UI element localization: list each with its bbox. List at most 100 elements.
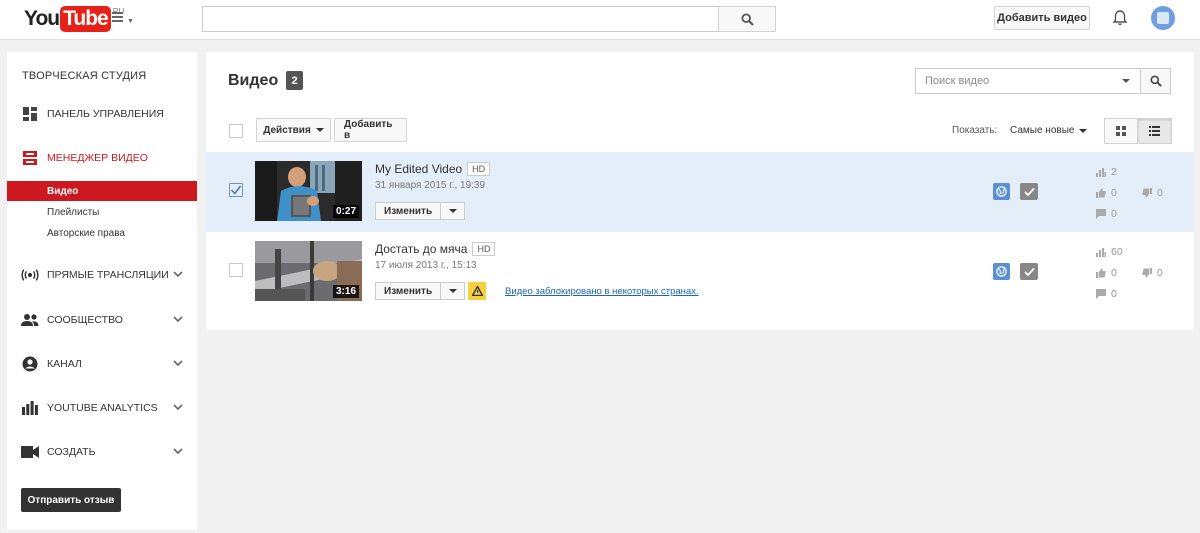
public-globe-icon[interactable] bbox=[993, 263, 1010, 280]
chevron-down-icon[interactable] bbox=[173, 269, 183, 279]
chevron-down-icon bbox=[448, 289, 457, 293]
edit-button-group: Изменить bbox=[375, 202, 466, 220]
sidebar-item-video-manager[interactable]: МЕНЕДЖЕР ВИДЕО bbox=[7, 146, 197, 170]
video-checkbox[interactable] bbox=[229, 263, 243, 277]
sidebar-item-live[interactable]: ПРЯМЫЕ ТРАНСЛЯЦИИ bbox=[7, 263, 197, 287]
checkmark-icon bbox=[230, 185, 242, 195]
studio-title[interactable]: ТВОРЧЕСКАЯ СТУДИЯ bbox=[22, 70, 146, 82]
send-feedback-button[interactable]: Отправить отзыв bbox=[21, 488, 121, 512]
video-checkbox[interactable] bbox=[229, 183, 243, 197]
sidebar-item-label: СОЗДАТЬ bbox=[47, 446, 96, 458]
edit-dropdown-button[interactable] bbox=[441, 282, 466, 300]
avatar[interactable] bbox=[1151, 6, 1175, 30]
page-title: Видео bbox=[228, 72, 279, 89]
video-search-button[interactable] bbox=[1141, 68, 1171, 94]
chevron-down-icon bbox=[1079, 128, 1088, 133]
sidebar-subitem-playlists[interactable]: Плейлисты bbox=[7, 202, 197, 222]
live-icon bbox=[21, 266, 39, 284]
video-count-badge: 2 bbox=[286, 71, 303, 90]
notifications-bell-icon[interactable] bbox=[1111, 9, 1129, 27]
public-globe-icon[interactable] bbox=[993, 183, 1010, 200]
video-row[interactable]: 3:16 Достать до мяча HD 17 июля 2013 г., … bbox=[206, 232, 1194, 312]
video-duration: 3:16 bbox=[332, 285, 359, 298]
video-row[interactable]: 0:27 My Edited Video HD 31 января 2015 г.… bbox=[206, 152, 1194, 232]
chevron-down-icon[interactable] bbox=[173, 402, 183, 412]
select-all-checkbox[interactable] bbox=[229, 124, 243, 138]
video-title[interactable]: My Edited Video HD bbox=[375, 162, 491, 176]
grid-view-button[interactable] bbox=[1104, 118, 1138, 144]
logo-tube-text: Tube bbox=[60, 6, 111, 32]
hamburger-icon-bar bbox=[112, 16, 123, 18]
likes-stat: 0 bbox=[1096, 187, 1117, 199]
comments-stat: 0 bbox=[1096, 208, 1117, 220]
video-date: 31 января 2015 г., 19:39 bbox=[375, 180, 486, 191]
dislikes-stat: 0 bbox=[1142, 267, 1163, 279]
youtube-logo[interactable]: You Tube RU bbox=[24, 5, 124, 33]
edit-dropdown-button[interactable] bbox=[441, 202, 466, 220]
sidebar-item-label: СООБЩЕСТВО bbox=[47, 314, 123, 326]
upload-button[interactable]: Добавить видео bbox=[994, 6, 1090, 30]
video-title-text[interactable]: My Edited Video bbox=[375, 162, 462, 176]
sidebar-item-dashboard[interactable]: ПАНЕЛЬ УПРАВЛЕНИЯ bbox=[7, 102, 197, 126]
actions-label: Действия bbox=[263, 124, 311, 136]
chevron-down-icon bbox=[315, 128, 324, 132]
sidebar-subitem-videos[interactable]: Видео bbox=[7, 181, 197, 201]
sidebar-subitem-copyright[interactable]: Авторские права bbox=[7, 223, 197, 243]
video-date: 17 июля 2013 г., 15:13 bbox=[375, 260, 477, 271]
sidebar-item-label: МЕНЕДЖЕР ВИДЕО bbox=[47, 152, 148, 164]
video-thumbnail[interactable]: 0:27 bbox=[255, 161, 362, 221]
video-title[interactable]: Достать до мяча HD bbox=[375, 242, 496, 256]
video-manager-panel: Видео 2 Поиск видео Действия Добавить в … bbox=[206, 52, 1194, 330]
sidebar-item-channel[interactable]: КАНАЛ bbox=[7, 352, 197, 376]
chevron-down-icon[interactable] bbox=[173, 314, 183, 324]
sidebar-item-analytics[interactable]: YOUTUBE ANALYTICS bbox=[7, 396, 197, 420]
warning-icon[interactable] bbox=[468, 282, 486, 300]
chevron-down-icon: ▼ bbox=[127, 18, 134, 25]
add-to-button[interactable]: Добавить в bbox=[334, 118, 407, 142]
list-view-button[interactable] bbox=[1138, 118, 1172, 144]
hamburger-icon bbox=[112, 12, 123, 14]
check-status-icon[interactable] bbox=[1020, 263, 1038, 280]
chevron-down-icon[interactable] bbox=[173, 446, 183, 456]
likes-count: 0 bbox=[1111, 267, 1117, 279]
sidebar-item-label: YOUTUBE ANALYTICS bbox=[47, 402, 158, 414]
likes-stat: 0 bbox=[1096, 267, 1117, 279]
thumbs-down-icon bbox=[1142, 188, 1152, 198]
show-label: Показать: bbox=[952, 125, 998, 136]
hamburger-icon-bar bbox=[112, 20, 123, 22]
chevron-down-icon[interactable] bbox=[173, 358, 183, 368]
check-status-icon[interactable] bbox=[1020, 183, 1038, 200]
video-title-text[interactable]: Достать до мяча bbox=[375, 242, 467, 256]
sidebar-item-create[interactable]: СОЗДАТЬ bbox=[7, 440, 197, 464]
list-icon bbox=[1149, 126, 1160, 136]
top-bar: You Tube RU ▼ Добавить видео bbox=[0, 0, 1200, 40]
comments-count: 0 bbox=[1111, 288, 1117, 300]
actions-dropdown[interactable]: Действия bbox=[256, 118, 331, 142]
blocked-in-countries-link[interactable]: Видео заблокировано в некоторых странах. bbox=[505, 286, 699, 297]
video-search-input[interactable]: Поиск видео bbox=[915, 68, 1141, 94]
sort-value: Самые новые bbox=[1010, 125, 1075, 136]
analytics-icon bbox=[21, 399, 39, 417]
video-thumbnail[interactable]: 3:16 bbox=[255, 241, 362, 301]
views-bars-icon bbox=[1096, 167, 1106, 177]
chevron-down-icon[interactable] bbox=[1122, 79, 1130, 83]
search-input[interactable] bbox=[202, 6, 718, 32]
views-count: 2 bbox=[1111, 166, 1117, 178]
dashboard-icon bbox=[21, 105, 39, 123]
comments-count: 0 bbox=[1111, 208, 1117, 220]
hd-badge: HD bbox=[472, 242, 496, 256]
edit-button[interactable]: Изменить bbox=[375, 282, 442, 300]
guide-menu-button[interactable]: ▼ bbox=[112, 12, 136, 28]
sidebar-item-label: ПАНЕЛЬ УПРАВЛЕНИЯ bbox=[47, 108, 164, 120]
dislikes-stat: 0 bbox=[1142, 187, 1163, 199]
likes-count: 0 bbox=[1111, 187, 1117, 199]
grid-icon bbox=[1116, 126, 1126, 136]
sidebar: ТВОРЧЕСКАЯ СТУДИЯ ПАНЕЛЬ УПРАВЛЕНИЯ МЕНЕ… bbox=[7, 52, 197, 530]
comment-icon bbox=[1096, 289, 1106, 299]
search-button[interactable] bbox=[718, 6, 776, 32]
sidebar-item-community[interactable]: СООБЩЕСТВО bbox=[7, 308, 197, 332]
view-toggle bbox=[1104, 118, 1172, 144]
comments-stat: 0 bbox=[1096, 288, 1117, 300]
sort-dropdown[interactable]: Самые новые bbox=[1010, 125, 1088, 136]
edit-button[interactable]: Изменить bbox=[375, 202, 442, 220]
